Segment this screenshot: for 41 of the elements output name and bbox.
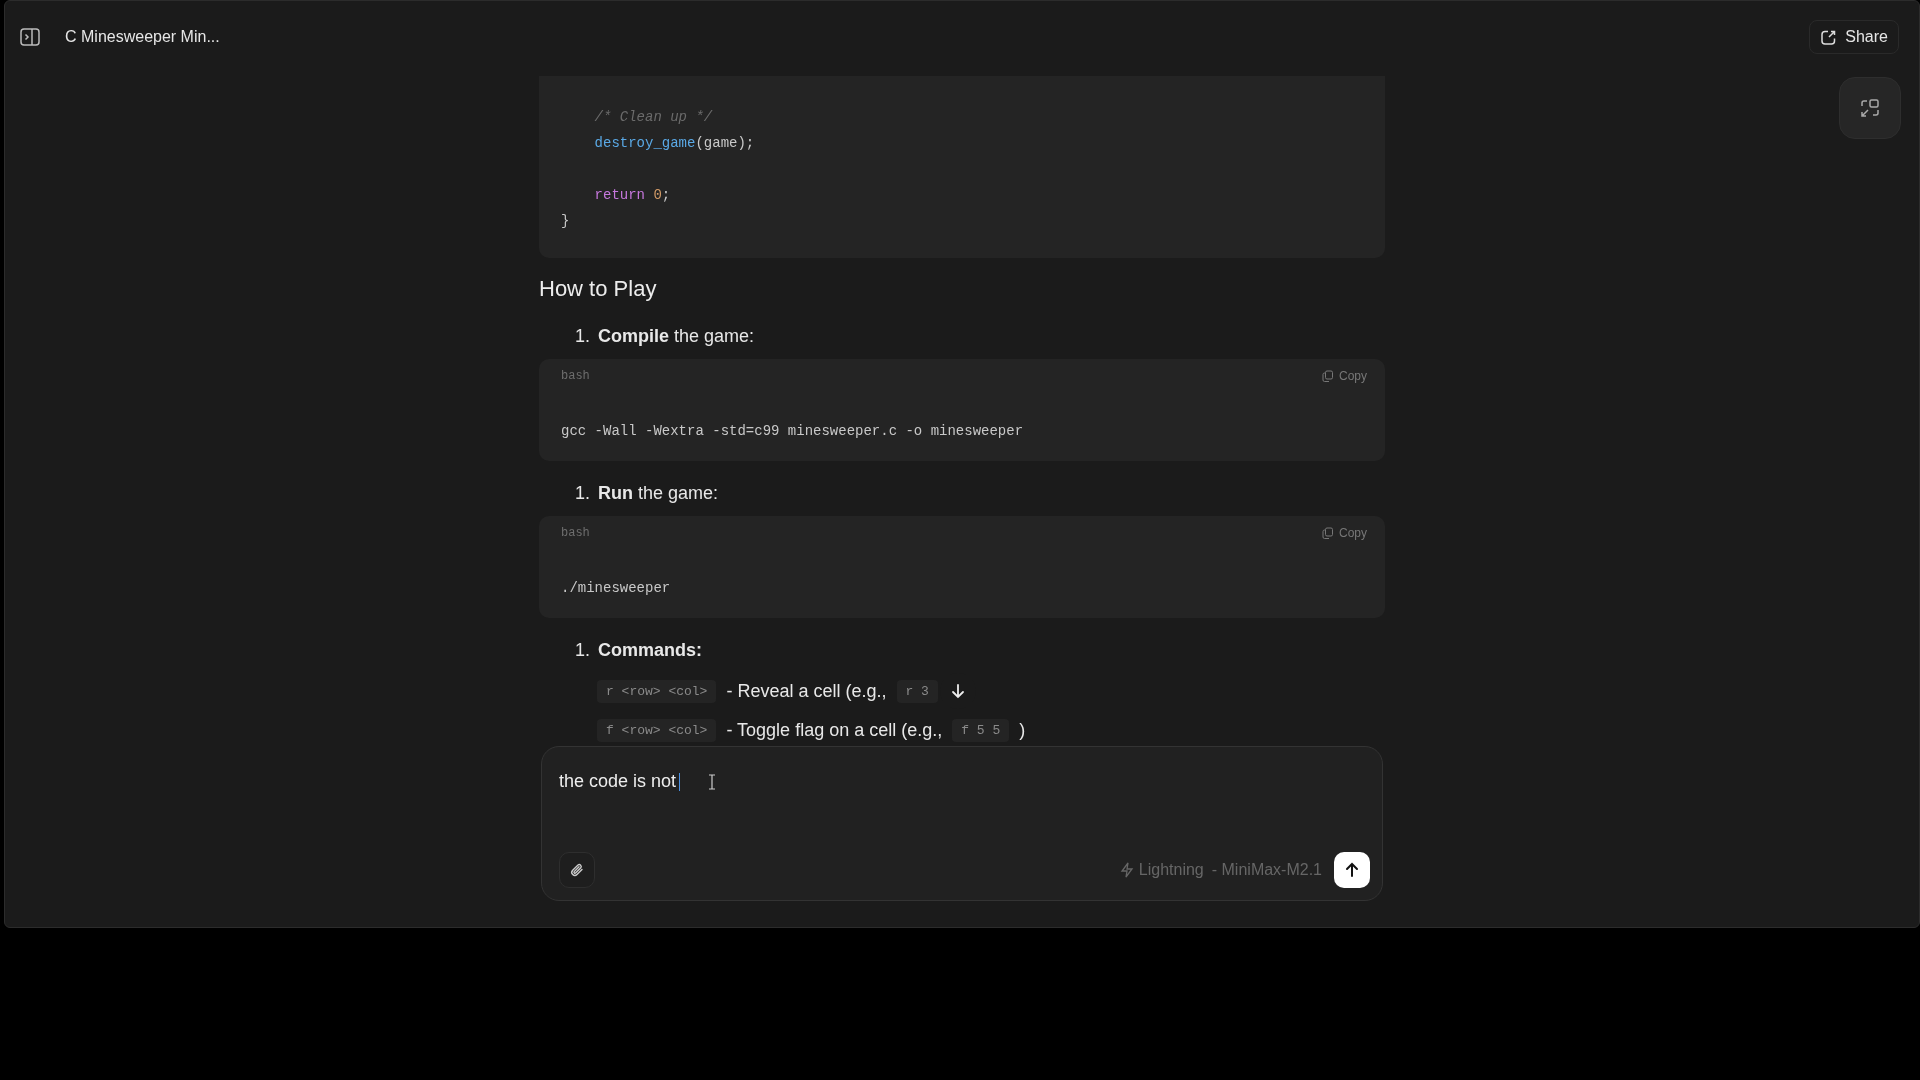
copy-button[interactable]: Copy <box>1322 526 1367 540</box>
share-button[interactable]: Share <box>1809 20 1899 54</box>
model-label: - MiniMax-M2.1 <box>1211 861 1322 879</box>
copy-icon <box>1322 370 1334 382</box>
sidebar-toggle-icon[interactable] <box>19 26 41 48</box>
section-heading: How to Play <box>539 276 658 302</box>
command-text: - Toggle flag on a cell (e.g., <box>726 720 943 741</box>
list-number: 1. <box>575 483 590 504</box>
arrow-up-icon <box>1344 862 1360 878</box>
command-text: ) <box>1019 720 1026 741</box>
inline-code: r <row> <col> <box>597 679 717 703</box>
code-line: return 0; <box>593 186 672 205</box>
lightning-icon <box>1119 862 1134 878</box>
copy-icon <box>1322 527 1334 539</box>
mode-selector[interactable]: Lightning <box>1119 861 1204 879</box>
chat-title: C Minesweeper Min... <box>65 28 220 46</box>
code-line: destroy_game(game); <box>593 134 756 153</box>
inline-code: f <row> <col> <box>597 719 717 742</box>
copy-button[interactable]: Copy <box>1322 369 1367 383</box>
inline-code: f 5 5 <box>952 719 1010 742</box>
share-icon <box>1820 28 1838 46</box>
send-button[interactable] <box>1334 852 1370 888</box>
code-line: gcc -Wall -Wextra -std=c99 minesweeper.c -o minesweeper <box>561 423 1025 439</box>
code-line: /* Clean up */ <box>593 108 714 127</box>
list-number: 1. <box>575 640 590 661</box>
command-text: - Reveal a cell (e.g., <box>726 680 887 702</box>
code-line: ./minesweeper <box>561 580 672 596</box>
language-label: bash <box>561 369 590 383</box>
message-input[interactable]: the code is not <box>559 771 677 792</box>
list-number: 1. <box>575 326 590 347</box>
step-text: Compile the game: <box>598 326 755 347</box>
code-line: } <box>561 212 571 231</box>
text-cursor-icon <box>708 773 717 790</box>
step-text: Commands: <box>598 640 703 661</box>
attach-button[interactable] <box>559 852 595 888</box>
expand-icon[interactable] <box>1839 77 1901 139</box>
inline-code: r 3 <box>896 679 938 703</box>
paperclip-icon <box>569 862 585 878</box>
step-text: Run the game: <box>598 483 719 504</box>
arrow-down-icon <box>949 683 966 699</box>
language-label: bash <box>561 526 590 540</box>
